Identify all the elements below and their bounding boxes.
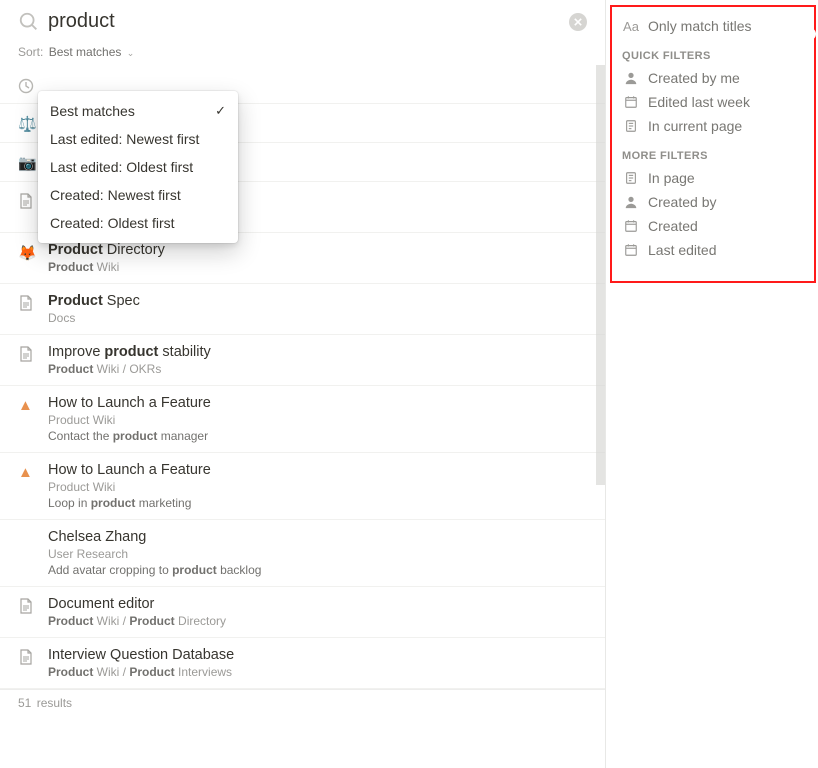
more-filter-in-page[interactable]: In page — [614, 166, 810, 190]
sort-option-last-edited-newest[interactable]: Last edited: Newest first — [38, 125, 238, 153]
result-path: Product Wiki — [48, 480, 587, 494]
results-footer: 51 results — [0, 689, 605, 716]
more-filter-created-by[interactable]: Created by — [614, 190, 810, 214]
sort-option-label: Last edited: Oldest first — [50, 159, 193, 175]
sort-option-label: Created: Oldest first — [50, 215, 175, 231]
result-title: How to Launch a Feature — [48, 395, 587, 411]
sort-option-created-newest[interactable]: Created: Newest first — [38, 181, 238, 209]
result-path: Docs — [48, 311, 587, 325]
quick-filter-edited-last-week[interactable]: Edited last week — [614, 90, 810, 114]
doc-icon — [18, 191, 38, 223]
sort-option-best-matches[interactable]: Best matches ✓ — [38, 97, 238, 125]
result-title: Interview Question Database — [48, 647, 587, 663]
search-row — [0, 0, 605, 41]
quick-filters-heading: QUICK FILTERS — [614, 38, 810, 66]
sort-option-label: Best matches — [50, 103, 135, 119]
result-title: Document editor — [48, 596, 587, 612]
result-item[interactable]: ▲ How to Launch a Feature Product Wiki Loop… — [0, 453, 605, 520]
result-snippet: Contact the product manager — [48, 429, 587, 443]
result-item[interactable]: Document editor Product Wiki / Product Di… — [0, 587, 605, 638]
result-path: Product Wiki — [48, 260, 587, 274]
result-path: Product Wiki — [48, 413, 587, 427]
doc-icon — [18, 596, 38, 628]
result-item[interactable]: Improve product stability Product Wiki / … — [0, 335, 605, 386]
result-body: How to Launch a Feature Product Wiki Conta… — [48, 395, 587, 443]
only-match-titles-row[interactable]: Aa Only match titles — [614, 14, 810, 38]
doc-icon — [18, 344, 38, 376]
results-count-label: results — [37, 696, 72, 710]
search-input[interactable] — [48, 10, 569, 33]
more-filters-heading: MORE FILTERS — [614, 138, 810, 166]
emoji-balance-icon: ⚖️ — [18, 113, 38, 133]
result-item[interactable]: Chelsea Zhang User Research Add avatar cro… — [0, 520, 605, 587]
result-title: Product Spec — [48, 293, 587, 309]
filter-label: Last edited — [648, 242, 717, 258]
check-icon: ✓ — [215, 103, 226, 119]
result-body: Product Spec Docs — [48, 293, 587, 325]
result-path: Product Wiki / Product Directory — [48, 614, 587, 628]
search-icon — [18, 11, 40, 33]
page-icon — [622, 171, 640, 185]
result-body: Improve product stability Product Wiki / … — [48, 344, 587, 376]
sort-option-label: Last edited: Newest first — [50, 131, 199, 147]
result-title: Chelsea Zhang — [48, 529, 587, 545]
sort-selected-value: Best matches — [49, 45, 122, 59]
sort-dropdown-trigger[interactable]: Best matches ⌄ — [49, 45, 135, 59]
result-body: How to Launch a Feature Product Wiki Loop … — [48, 462, 587, 510]
more-filter-last-edited[interactable]: Last edited — [614, 238, 810, 262]
result-title: How to Launch a Feature — [48, 462, 587, 478]
avatar-icon — [18, 529, 38, 577]
person-icon — [622, 195, 640, 209]
scrollbar[interactable] — [596, 65, 605, 485]
emoji-launch-icon: ▲ — [18, 462, 38, 510]
result-path: Product Wiki / Product Interviews — [48, 665, 587, 679]
sort-option-label: Created: Newest first — [50, 187, 181, 203]
result-body: Interview Question Database Product Wiki … — [48, 647, 587, 679]
results-count: 51 — [18, 696, 31, 710]
filter-label: Edited last week — [648, 94, 750, 110]
emoji-camera-icon: 📷 — [18, 152, 38, 172]
calendar-icon — [622, 219, 640, 233]
result-title: Product Directory — [48, 242, 587, 258]
person-icon — [622, 71, 640, 85]
doc-icon — [18, 293, 38, 325]
quick-filter-in-current-page[interactable]: In current page — [614, 114, 810, 138]
result-snippet: Add avatar cropping to product backlog — [48, 563, 587, 577]
result-path: User Research — [48, 547, 587, 561]
result-body: Chelsea Zhang User Research Add avatar cro… — [48, 529, 587, 577]
calendar-icon — [622, 243, 640, 257]
result-item[interactable]: Product Spec Docs — [0, 284, 605, 335]
result-path: Product Wiki / OKRs — [48, 362, 587, 376]
result-title: Improve product stability — [48, 344, 587, 360]
result-item[interactable]: ▲ How to Launch a Feature Product Wiki Cont… — [0, 386, 605, 453]
only-match-titles-label: Only match titles — [648, 18, 751, 34]
emoji-launch-icon: ▲ — [18, 395, 38, 443]
sort-dropdown-menu: Best matches ✓ Last edited: Newest first… — [38, 91, 238, 243]
clock-icon — [18, 76, 38, 94]
calendar-icon — [622, 95, 640, 109]
result-snippet: Loop in product marketing — [48, 496, 587, 510]
result-body: Product Directory Product Wiki — [48, 242, 587, 274]
sort-option-last-edited-oldest[interactable]: Last edited: Oldest first — [38, 153, 238, 181]
sort-label: Sort: — [18, 45, 43, 59]
doc-icon — [18, 647, 38, 679]
filter-label: In current page — [648, 118, 742, 134]
filter-label: Created by — [648, 194, 716, 210]
search-main-panel: Sort: Best matches ⌄ Best matches ✓ Last… — [0, 0, 606, 768]
filter-label: Created by me — [648, 70, 740, 86]
sort-row: Sort: Best matches ⌄ Best matches ✓ Last… — [0, 41, 605, 65]
filters-sidebar: Aa Only match titles QUICK FILTERS Creat… — [606, 0, 818, 768]
page-icon — [622, 119, 640, 133]
more-filter-created[interactable]: Created — [614, 214, 810, 238]
clear-search-button[interactable] — [569, 13, 587, 31]
emoji-fox-icon: 🦊 — [18, 242, 38, 274]
result-body: Document editor Product Wiki / Product Di… — [48, 596, 587, 628]
filter-label: Created — [648, 218, 698, 234]
result-item[interactable]: Interview Question Database Product Wiki … — [0, 638, 605, 689]
text-case-icon: Aa — [622, 19, 640, 34]
chevron-down-icon: ⌄ — [127, 48, 135, 58]
filter-label: In page — [648, 170, 695, 186]
quick-filter-created-by-me[interactable]: Created by me — [614, 66, 810, 90]
sort-option-created-oldest[interactable]: Created: Oldest first — [38, 209, 238, 237]
